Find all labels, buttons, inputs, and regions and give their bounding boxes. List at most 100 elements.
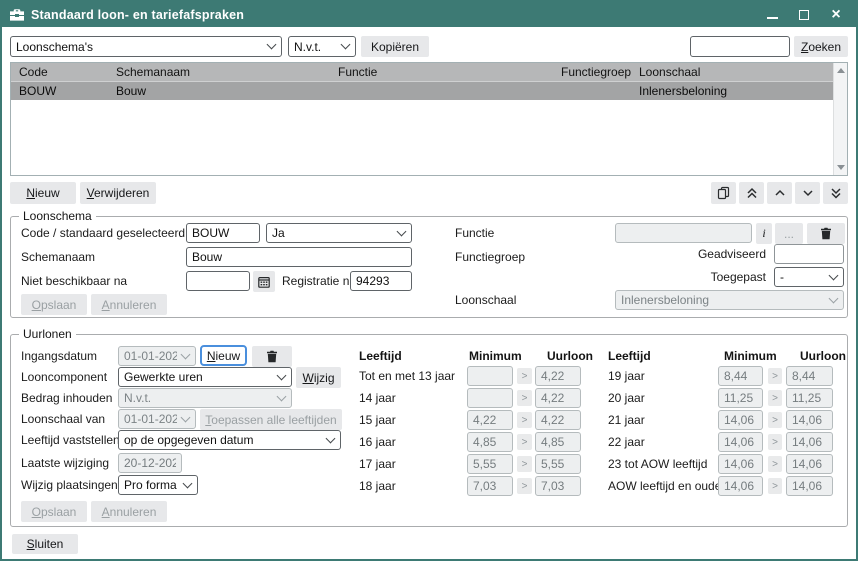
uurloon-input[interactable] — [535, 388, 581, 408]
niet-beschikbaar-label: Niet beschikbaar na — [21, 274, 127, 288]
move-bottom-button[interactable] — [823, 182, 848, 204]
table-scrollbar[interactable] — [833, 63, 847, 175]
scroll-up-icon[interactable] — [837, 68, 845, 73]
close-window-button[interactable]: Sluiten — [12, 534, 78, 554]
column-header-functiegroep[interactable]: Functiegroep — [553, 63, 631, 81]
transfer-button[interactable]: > — [768, 456, 782, 472]
column-header-functie[interactable]: Functie — [330, 63, 553, 81]
bedrag-inhouden-select[interactable]: N.v.t. — [118, 388, 292, 408]
schemanaam-input[interactable] — [186, 247, 412, 267]
looncomponent-select[interactable]: Gewerkte uren — [118, 367, 292, 387]
copy-icon — [717, 186, 730, 200]
transfer-button[interactable]: > — [768, 368, 782, 384]
code-input[interactable] — [186, 223, 260, 243]
new-schema-button[interactable]: Nieuw — [10, 182, 76, 204]
transfer-button[interactable]: > — [517, 368, 532, 384]
wijzig-plaatsingen-select[interactable]: Pro forma — [118, 475, 198, 495]
minimum-input[interactable] — [467, 366, 513, 386]
transfer-button[interactable]: > — [517, 478, 532, 494]
new-uurloon-button[interactable]: Nieuw — [200, 345, 247, 366]
column-header-loonschaal[interactable]: Loonschaal — [631, 63, 833, 81]
minimize-button[interactable] — [764, 7, 780, 23]
loonschaal-van-label: Loonschaal van — [21, 412, 105, 426]
uurloon-input[interactable] — [786, 432, 833, 452]
minimum-input[interactable] — [467, 410, 513, 430]
minimum-input[interactable] — [718, 432, 763, 452]
transfer-button[interactable]: > — [517, 434, 532, 450]
scroll-down-icon[interactable] — [837, 165, 845, 170]
minimum-input[interactable] — [718, 388, 763, 408]
loonschema-cancel-button[interactable]: Annuleren — [91, 294, 167, 315]
niet-beschikbaar-input[interactable] — [186, 271, 250, 291]
uurlonen-save-button[interactable]: Opslaan — [21, 501, 87, 522]
standard-select[interactable]: Ja — [266, 223, 412, 243]
registratie-input[interactable] — [350, 271, 412, 291]
info-button[interactable]: i — [756, 223, 772, 244]
briefcase-icon — [10, 8, 24, 21]
wage-row: 14 jaar > — [359, 388, 611, 408]
greater-than-icon: > — [522, 481, 528, 492]
wijzig-button[interactable]: Wijzig — [296, 367, 341, 388]
toegepast-select[interactable]: - — [774, 267, 844, 287]
browse-functie-button[interactable]: ... — [775, 223, 803, 244]
close-button[interactable]: × — [828, 7, 844, 23]
uurlonen-cancel-button[interactable]: Annuleren — [91, 501, 167, 522]
delete-uurloon-button[interactable] — [252, 346, 292, 367]
transfer-button[interactable]: > — [768, 412, 782, 428]
functiegroep-label: Functiegroep — [455, 250, 525, 264]
search-button[interactable]: Zoeken — [794, 36, 848, 57]
transfer-button[interactable]: > — [517, 390, 532, 406]
uurloon-input[interactable] — [535, 432, 581, 452]
minimum-input[interactable] — [467, 476, 513, 496]
minimum-input[interactable] — [718, 410, 763, 430]
cell-functie — [330, 82, 553, 100]
maximize-button[interactable] — [796, 7, 812, 23]
leeftijd-vaststellen-select[interactable]: op de opgegeven datum — [118, 430, 341, 450]
transfer-button[interactable]: > — [517, 456, 532, 472]
geadviseerd-input[interactable] — [774, 244, 844, 264]
column-header-code[interactable]: Code — [11, 63, 108, 81]
uurloon-input[interactable] — [786, 476, 833, 496]
age-label: 15 jaar — [359, 413, 396, 427]
date-picker-button[interactable] — [253, 271, 275, 292]
move-up-button[interactable] — [767, 182, 792, 204]
uurloon-input[interactable] — [535, 366, 581, 386]
laatste-wijziging-input[interactable] — [118, 453, 182, 473]
minimum-input[interactable] — [467, 432, 513, 452]
filter-select[interactable]: N.v.t. — [288, 36, 356, 57]
move-down-button[interactable] — [795, 182, 820, 204]
loonschema-save-button[interactable]: Opslaan — [21, 294, 87, 315]
uurloon-input[interactable] — [786, 454, 833, 474]
uurloon-input[interactable] — [535, 476, 581, 496]
minimum-input[interactable] — [467, 454, 513, 474]
transfer-button[interactable]: > — [517, 412, 532, 428]
loonschaal-select[interactable]: Inlenersbeloning — [615, 290, 844, 310]
delete-schema-button[interactable]: Verwijderen — [80, 182, 156, 204]
uurloon-input[interactable] — [535, 454, 581, 474]
transfer-button[interactable]: > — [768, 390, 782, 406]
titlebar[interactable]: Standaard loon- en tariefafspraken × — [2, 2, 856, 27]
clear-functie-button[interactable] — [807, 223, 845, 244]
column-header-schemanaam[interactable]: Schemanaam — [108, 63, 330, 81]
functie-input[interactable] — [615, 223, 752, 243]
toepassen-button[interactable]: Toepassen alle leeftijden — [200, 409, 342, 430]
minimum-input[interactable] — [718, 476, 763, 496]
uurloon-input[interactable] — [786, 410, 833, 430]
ingangsdatum-select[interactable]: 01-01-2025 — [118, 346, 196, 366]
search-input[interactable] — [690, 36, 790, 57]
duplicate-button[interactable] — [711, 182, 736, 204]
minimum-input[interactable] — [467, 388, 513, 408]
loonschaal-van-select[interactable]: 01-01-2025 — [118, 409, 196, 429]
transfer-button[interactable]: > — [768, 478, 782, 494]
uurloon-input[interactable] — [786, 366, 833, 386]
move-top-button[interactable] — [739, 182, 764, 204]
transfer-button[interactable]: > — [768, 434, 782, 450]
copy-schema-button[interactable]: Kopiëren — [361, 36, 429, 57]
uurloon-input[interactable] — [786, 388, 833, 408]
table-row[interactable]: BOUW Bouw Inlenersbeloning — [11, 82, 833, 100]
uurlonen-legend: Uurlonen — [19, 327, 76, 341]
minimum-input[interactable] — [718, 454, 763, 474]
uurloon-input[interactable] — [535, 410, 581, 430]
schema-type-select[interactable]: Loonschema's — [10, 36, 282, 57]
minimum-input[interactable] — [718, 366, 763, 386]
